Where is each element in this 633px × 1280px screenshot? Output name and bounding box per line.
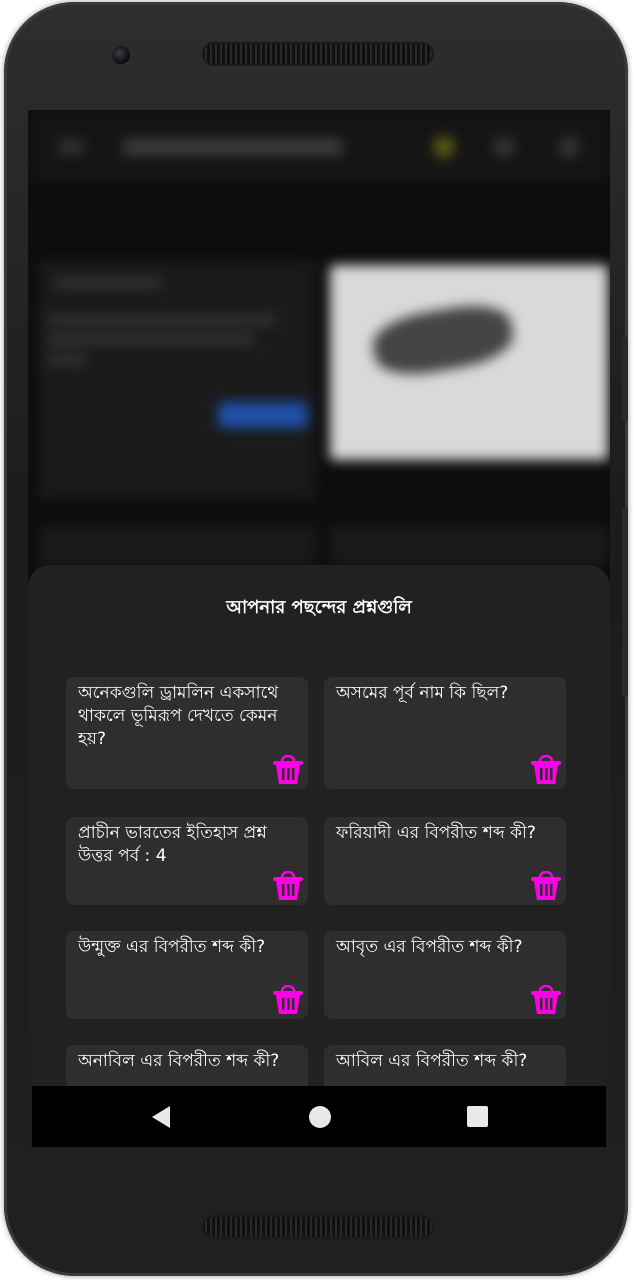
home-icon[interactable] [309,1106,331,1128]
question-card[interactable]: প্রাচীন ভারতের ইতিহাস প্রশ্ন উত্তর পর্ব … [66,817,308,905]
trash-icon[interactable] [530,871,562,901]
trash-icon[interactable] [272,985,304,1015]
recents-icon[interactable] [467,1106,488,1127]
volume-button [622,337,628,422]
question-text: আবিল এর বিপরীত শব্দ কী? [336,1051,528,1071]
background-app-title [123,138,343,156]
question-text: আবৃত এর বিপরীত শব্দ কী? [336,937,523,957]
background-text-line [46,355,86,365]
trash-icon[interactable] [272,755,304,785]
trash-icon[interactable] [530,755,562,785]
sheet-title: আপনার পছন্দের প্রশ্নগুলি [226,597,412,618]
question-text: উন্মুক্ত এর বিপরীত শব্দ কী? [78,937,266,957]
background-text-line [46,335,256,345]
question-text: ফরিয়াদী এর বিপরীত শব্দ কী? [336,823,536,843]
trash-icon[interactable] [272,871,304,901]
question-card[interactable]: আবৃত এর বিপরীত শব্দ কী? [324,931,566,1019]
favorites-bottom-sheet: আপনার পছন্দের প্রশ্নগুলি অনেকগুলি ড্রামল… [28,565,610,1147]
phone-frame: আপনার পছন্দের প্রশ্নগুলি অনেকগুলি ড্রামল… [4,2,628,1276]
background-card [38,525,316,565]
top-speaker [202,42,434,66]
power-button [622,507,628,697]
background-coin-icon [433,136,455,158]
background-card [38,260,316,500]
background-button [218,402,308,428]
system-navigation-bar [32,1086,606,1147]
background-text-line [53,278,163,288]
background-more-icon [558,136,580,158]
question-card[interactable]: অনেকগুলি ড্রামলিন একসাথে থাকলে ভূমিরূপ দ… [66,677,308,789]
front-camera [112,46,130,64]
background-card [330,525,608,565]
trash-icon[interactable] [530,985,562,1015]
back-icon[interactable] [150,1104,172,1130]
question-card[interactable]: উন্মুক্ত এর বিপরীত শব্দ কী? [66,931,308,1019]
question-card[interactable]: ফরিয়াদী এর বিপরীত শব্দ কী? [324,817,566,905]
bottom-speaker [202,1215,434,1239]
question-text: অনাবিল এর বিপরীত শব্দ কী? [78,1051,280,1071]
question-card[interactable]: অসমের পূর্ব নাম কি ছিল? [324,677,566,789]
background-text-line [46,315,276,325]
question-text: প্রাচীন ভারতের ইতিহাস প্রশ্ন উত্তর পর্ব … [78,823,267,866]
question-text: অসমের পূর্ব নাম কি ছিল? [336,683,509,703]
background-action-icon [493,136,515,158]
screen: আপনার পছন্দের প্রশ্নগুলি অনেকগুলি ড্রামল… [28,110,610,1147]
question-text: অনেকগুলি ড্রামলিন একসাথে থাকলে ভূমিরূপ দ… [78,683,279,749]
background-menu-icon [58,140,84,154]
